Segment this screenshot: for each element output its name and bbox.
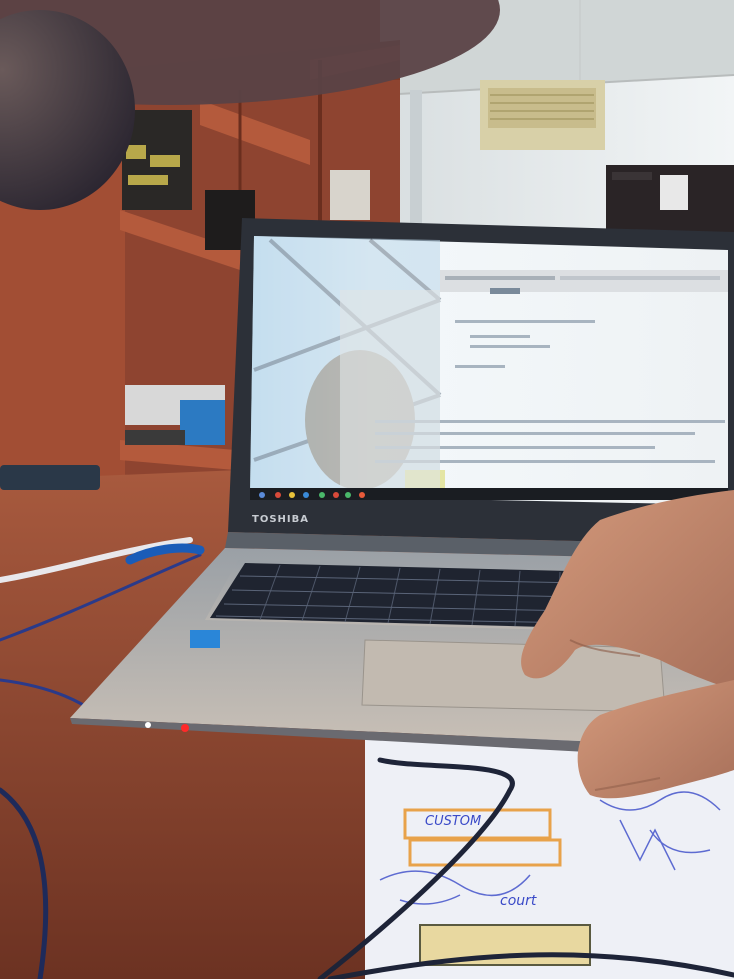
power-led-red — [181, 724, 189, 732]
door-frame — [410, 90, 422, 230]
power-led-white — [145, 722, 151, 728]
equipment-box — [606, 165, 734, 235]
laptop-sticker — [190, 630, 220, 648]
laptop-brand-logo: TOSHIBA — [252, 514, 309, 525]
laptop-touchpad — [361, 639, 666, 713]
paper-note-top: CUSTOM — [425, 814, 481, 829]
paper-note-bottom: court — [500, 893, 537, 909]
desk-object — [0, 465, 100, 490]
scene-svg: CUSTOM court TOSHIBA — [0, 0, 734, 979]
photo-scene: CUSTOM court TOSHIBA — [0, 0, 734, 979]
air-conditioner — [480, 80, 605, 150]
